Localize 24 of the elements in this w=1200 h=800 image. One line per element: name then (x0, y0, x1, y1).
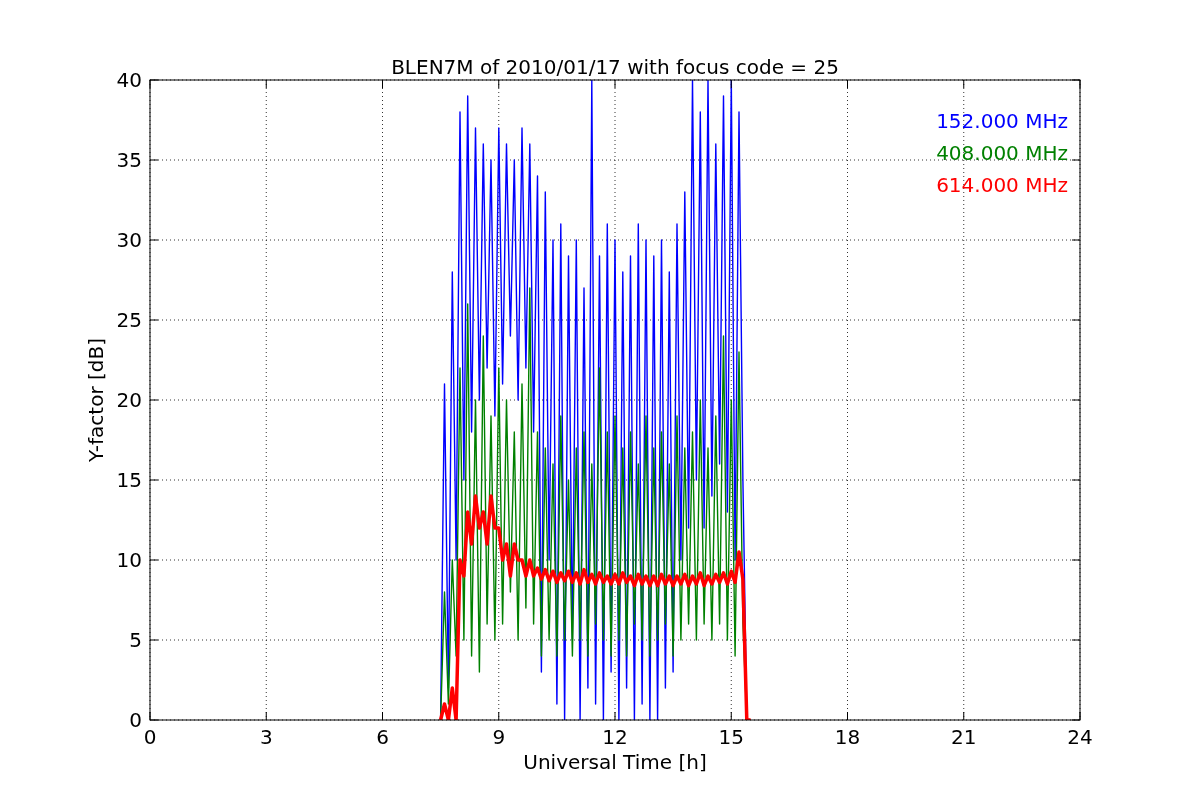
x-tick-label: 0 (143, 725, 157, 749)
y-tick-label: 25 (116, 308, 142, 332)
y-tick-label: 40 (116, 68, 142, 92)
x-tick-label: 21 (951, 725, 977, 749)
x-tick-label: 3 (259, 725, 273, 749)
y-tick-label: 20 (116, 388, 142, 412)
y-tick-label: 0 (129, 708, 142, 732)
y-tick-label: 5 (129, 628, 142, 652)
x-tick-label: 9 (492, 725, 506, 749)
x-tick-label: 18 (834, 725, 861, 749)
y-tick-label: 15 (116, 468, 142, 492)
y-tick-label: 30 (116, 228, 142, 252)
y-tick-label: 35 (116, 148, 142, 172)
x-tick-label: 24 (1067, 725, 1093, 749)
x-tick-label: 6 (376, 725, 389, 749)
legend-label: 408.000 MHz (936, 141, 1068, 165)
x-axis-label: Universal Time [h] (523, 750, 707, 774)
x-tick-label: 12 (602, 725, 628, 749)
y-axis-label: Y-factor [dB] (84, 338, 108, 462)
chart-title: BLEN7M of 2010/01/17 with focus code = 25 (391, 55, 839, 79)
y-tick-label: 10 (116, 548, 142, 572)
x-tick-label: 15 (718, 725, 744, 749)
legend-label: 614.000 MHz (936, 173, 1068, 197)
legend-label: 152.000 MHz (936, 109, 1068, 133)
